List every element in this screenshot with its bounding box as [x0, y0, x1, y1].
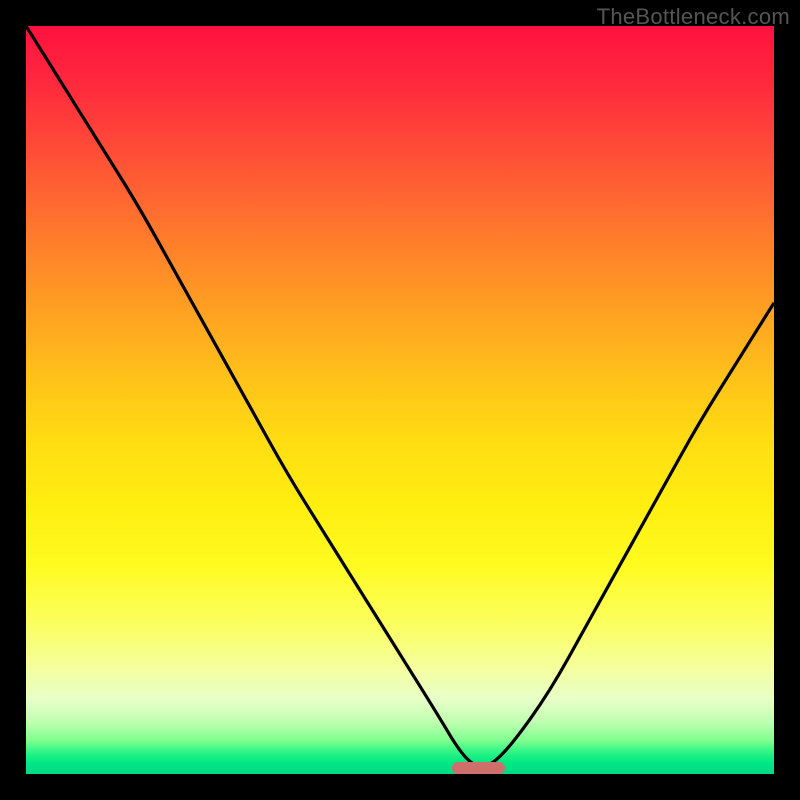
- curve-path: [26, 26, 774, 767]
- bottleneck-curve: [26, 26, 774, 774]
- watermark-text: TheBottleneck.com: [597, 4, 790, 30]
- minimum-marker: [452, 762, 504, 774]
- plot-area: [26, 26, 774, 774]
- chart-frame: TheBottleneck.com: [0, 0, 800, 800]
